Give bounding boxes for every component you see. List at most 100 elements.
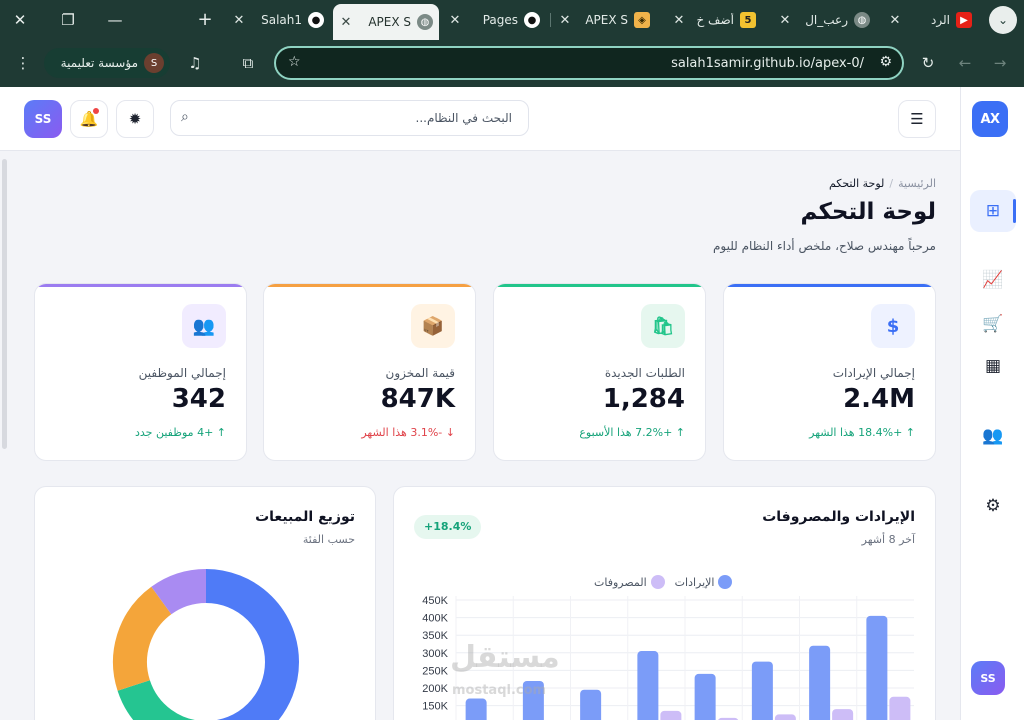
revenue-bar — [866, 615, 888, 720]
tab-close-icon[interactable]: ✕ — [448, 13, 462, 28]
boxes-icon: 📦 — [411, 304, 455, 348]
app-logo[interactable]: AX — [972, 101, 1008, 137]
shopping-bag-icon: 🛍 — [641, 304, 685, 348]
arrow-down-icon: ↓ — [442, 426, 455, 439]
restore-window-icon[interactable]: ❐ — [56, 8, 80, 32]
sidebar-item-employees[interactable]: 👥 — [970, 415, 1016, 457]
tab-search-icon[interactable]: ⌄ — [989, 6, 1017, 34]
forward-icon[interactable]: → — [990, 53, 1010, 73]
revenue-bar — [809, 645, 831, 720]
github-icon: ● — [308, 12, 324, 28]
bookmark-star-icon[interactable]: ☆ — [288, 54, 301, 70]
stat-card-revenue[interactable]: $ إجمالي الإيرادات 2.4M ↑ +18.4% هذا الش… — [723, 283, 936, 461]
sales-distribution-panel: توزيع المبيعات حسب الفئة — [34, 486, 376, 720]
stat-value: 2.4M — [843, 384, 915, 414]
stat-trend: ↑ +7.2% هذا الأسبوع — [579, 426, 685, 439]
stat-card-orders[interactable]: 🛍 الطلبات الجديدة 1,284 ↑ +7.2% هذا الأس… — [493, 283, 706, 461]
watermark-logo: مستقل — [450, 640, 560, 675]
tab-title: رعب_ال — [805, 13, 848, 27]
extensions-icon[interactable]: ⧉ — [238, 53, 258, 73]
top-bar: SS 🔔 ✹ ⌕ البحث في النظام... ☰ — [0, 87, 960, 151]
stat-card-inventory[interactable]: 📦 قيمة المخزون 847K ↓ -3.1% هذا الشهر — [263, 283, 476, 461]
codepen-icon: ◈ — [634, 12, 650, 28]
stat-trend: ↓ -3.1% هذا الشهر — [361, 426, 455, 439]
theme-toggle-button[interactable]: ✹ — [116, 100, 154, 138]
breadcrumb-current: لوحة التحكم — [828, 177, 885, 190]
tab-close-icon[interactable]: ✕ — [232, 13, 246, 28]
search-input[interactable]: ⌕ البحث في النظام... — [170, 100, 529, 136]
breadcrumb-separator: / — [889, 177, 894, 190]
sidebar-item-analytics[interactable]: 📈 — [970, 259, 1016, 301]
y-tick-label: 300K — [422, 648, 448, 660]
arrow-up-icon: ↑ — [902, 426, 915, 439]
user-avatar-button[interactable]: SS — [24, 100, 62, 138]
tab-close-icon[interactable]: ✕ — [558, 13, 572, 28]
site-info-icon[interactable]: ⚙ — [879, 54, 892, 70]
github-icon: ● — [524, 12, 540, 28]
arrow-up-icon: ↑ — [672, 426, 685, 439]
sidebar-item-settings[interactable]: ⚙ — [970, 485, 1016, 527]
expense-bar — [660, 710, 682, 720]
stat-card-employees[interactable]: 👥 إجمالي الموظفين 342 ↑ +4 موظفين جدد — [34, 283, 247, 461]
close-window-icon[interactable]: ✕ — [8, 8, 32, 32]
notifications-button[interactable]: 🔔 — [70, 100, 108, 138]
tab-close-icon[interactable]: ✕ — [888, 13, 902, 28]
scrollbar[interactable] — [2, 159, 7, 449]
dashboard-app: AX ⊞ 📈 🛒 ▦ 👥 ⚙ SS SS 🔔 ✹ ⌕ البحث في النظ… — [0, 87, 1024, 720]
stat-trend-text: +18.4% هذا الشهر — [809, 426, 903, 439]
dashboard-icon: ⊞ — [985, 201, 1001, 221]
sidebar-item-inventory[interactable]: ▦ — [970, 345, 1016, 387]
main-content: الرئيسية / لوحة التحكم لوحة التحكم مرحباً … — [0, 151, 960, 720]
stat-label: إجمالي الموظفين — [138, 366, 226, 380]
cart-icon: 🛒 — [982, 314, 1004, 334]
stat-label: إجمالي الإيرادات — [832, 366, 915, 380]
stat-value: 847K — [380, 384, 455, 414]
browser-tab[interactable]: ✕ Pages ● — [442, 6, 546, 34]
back-icon[interactable]: ← — [955, 53, 975, 73]
media-control-icon[interactable]: ♫ — [185, 53, 205, 73]
browser-tab[interactable]: ✕ الرد ▶ — [882, 6, 978, 34]
profile-chip[interactable]: مؤسسة تعليمية S — [44, 48, 170, 78]
profile-name: مؤسسة تعليمية — [60, 56, 138, 70]
stat-trend: ↑ +18.4% هذا الشهر — [809, 426, 915, 439]
youtube-icon: ▶ — [956, 12, 972, 28]
tab-close-icon[interactable]: ✕ — [672, 13, 686, 28]
settings-icon: ⚙ — [985, 496, 1001, 516]
sidebar-user-avatar[interactable]: SS — [971, 661, 1005, 695]
y-tick-label: 150K — [422, 701, 448, 713]
donut-chart — [113, 569, 299, 720]
revenue-bar — [465, 698, 487, 720]
browser-tab[interactable]: ✕ APEX S ◈ — [552, 6, 656, 34]
stat-label: قيمة المخزون — [385, 366, 455, 380]
browser-tab-active[interactable]: ✕ APEX S ◍ — [333, 4, 439, 40]
reload-icon[interactable]: ↻ — [918, 53, 938, 73]
browser-tab[interactable]: ✕ أضف خ 5 — [666, 6, 762, 34]
page-subtitle: مرحباً مهندس صلاح، ملخص أداء النظام لليو… — [712, 239, 936, 253]
card-accent-bar — [264, 284, 475, 287]
menu-toggle-button[interactable]: ☰ — [898, 100, 936, 138]
y-tick-label: 250K — [422, 665, 448, 677]
hamburger-icon: ☰ — [910, 110, 924, 128]
browser-tab[interactable]: ✕ Salah1 ● — [226, 6, 330, 34]
boxes-icon: ▦ — [984, 356, 1002, 376]
donut-slice — [205, 569, 299, 720]
tab-close-icon[interactable]: ✕ — [778, 13, 792, 28]
address-bar[interactable]: ☆ salah1samir.github.io/apex-0/ ⚙ — [274, 46, 904, 80]
page-title: لوحة التحكم — [800, 199, 936, 225]
search-placeholder: البحث في النظام... — [415, 111, 513, 125]
tab-title: APEX S — [585, 13, 628, 27]
breadcrumb-home[interactable]: الرئيسية — [898, 177, 936, 190]
minimize-window-icon[interactable]: — — [103, 8, 127, 32]
sidebar-item-orders[interactable]: 🛒 — [970, 303, 1016, 345]
tab-close-icon[interactable]: ✕ — [339, 15, 353, 30]
sidebar-item-dashboard[interactable]: ⊞ — [970, 190, 1016, 232]
more-menu-icon[interactable]: ⋮ — [13, 53, 33, 73]
url-text: salah1samir.github.io/apex-0/ — [671, 56, 864, 71]
arrow-up-icon: ↑ — [213, 426, 226, 439]
avatar: S — [144, 53, 164, 73]
users-icon: 👥 — [182, 304, 226, 348]
stat-trend-text: +4 موظفين جدد — [135, 426, 214, 439]
browser-tab-bar: ✕ ❐ — + ✕ Salah1 ● ✕ APEX S ◍ ✕ Pages ● … — [0, 0, 1024, 40]
browser-tab[interactable]: ✕ رعب_ال ◍ — [772, 6, 876, 34]
new-tab-icon[interactable]: + — [193, 8, 217, 32]
